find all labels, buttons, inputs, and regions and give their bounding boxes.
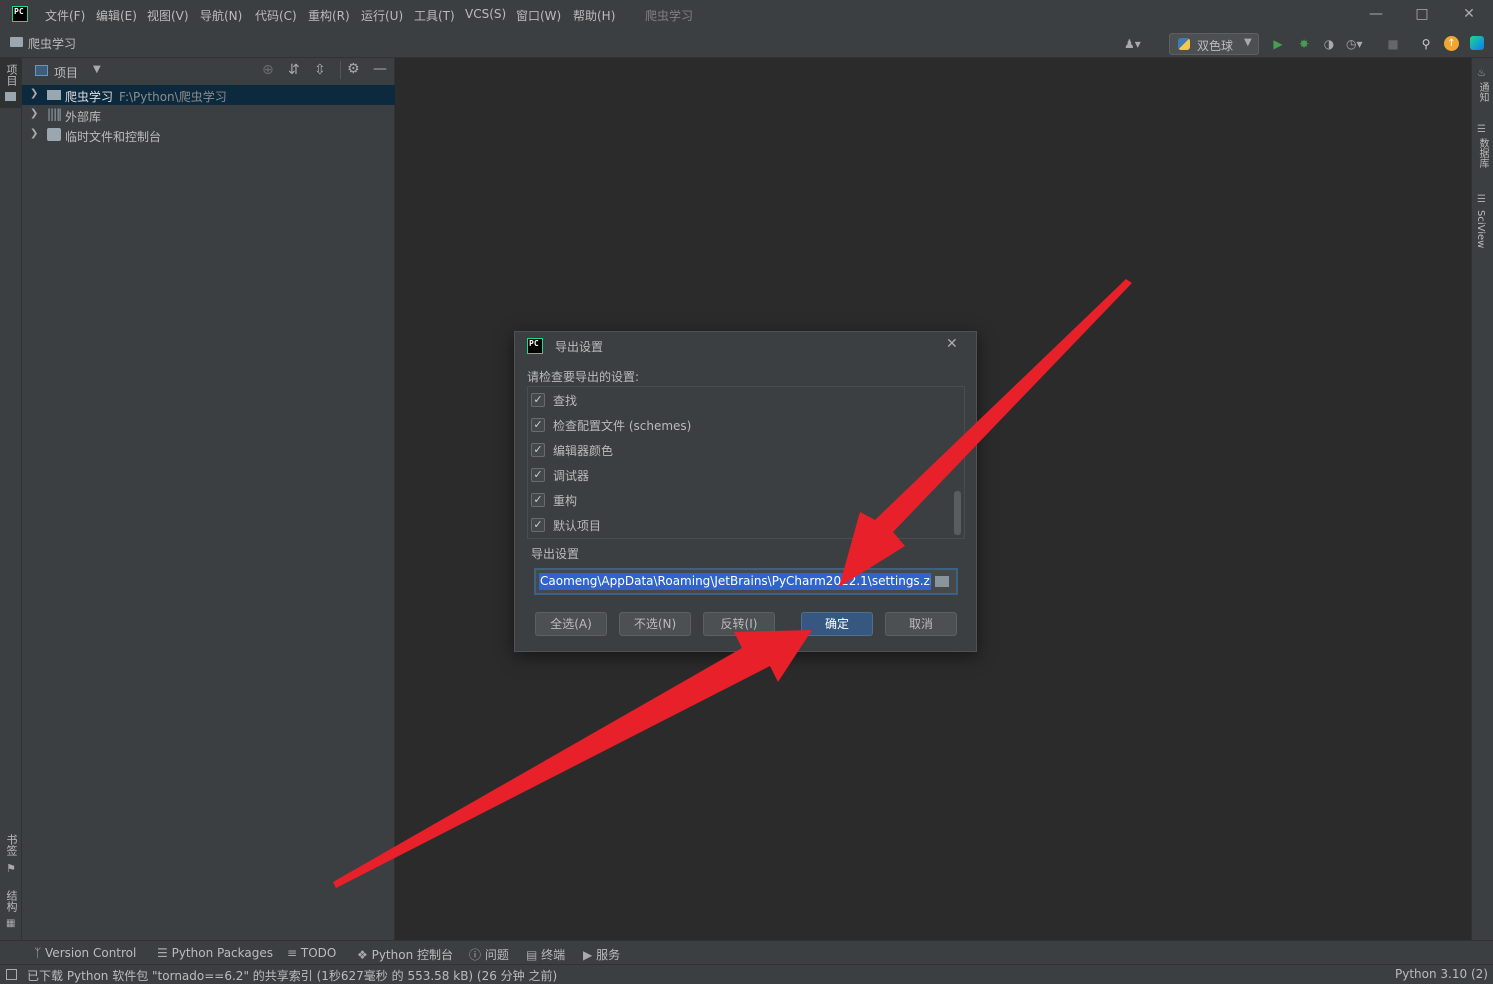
arrow-to-ok-button xyxy=(333,630,812,888)
annotation-arrows xyxy=(333,279,1132,888)
arrow-to-path-field xyxy=(839,279,1132,587)
